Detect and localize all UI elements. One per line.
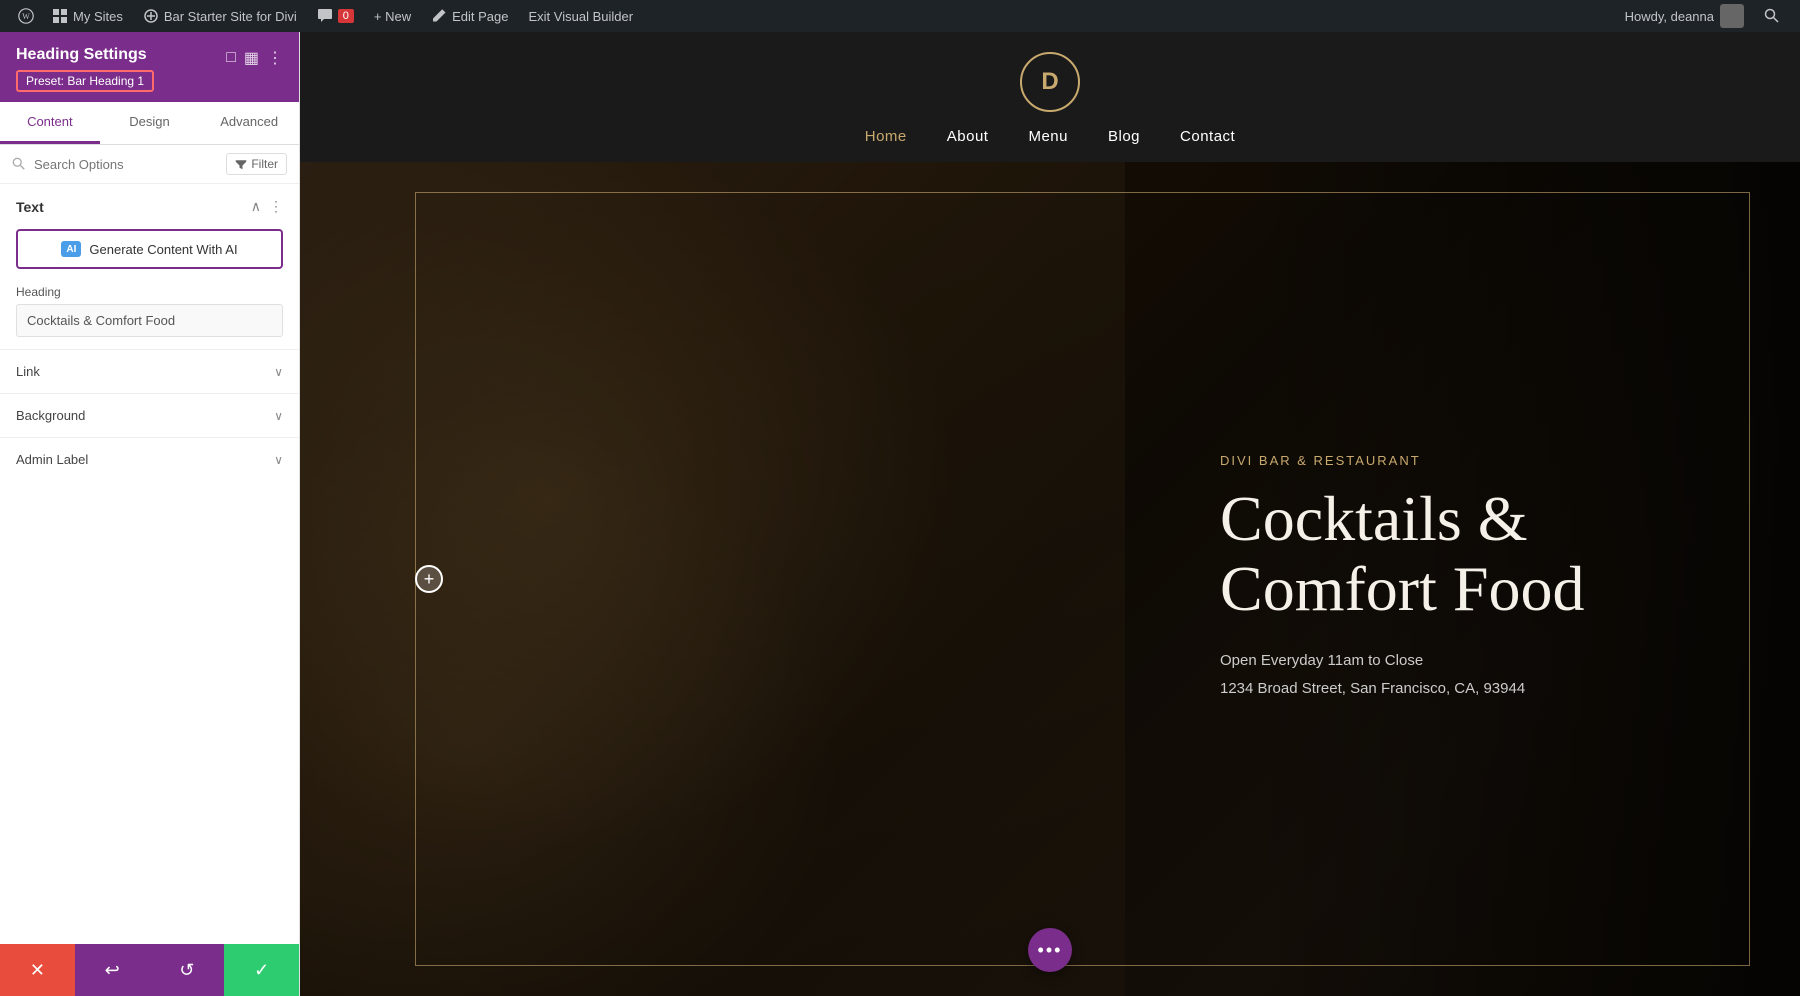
add-element-button[interactable]: +	[415, 565, 443, 593]
tab-content[interactable]: Content	[0, 102, 100, 144]
site-name-label: Bar Starter Site for Divi	[164, 9, 297, 24]
howdy-label: Howdy, deanna	[1625, 9, 1714, 24]
text-section-header[interactable]: Text ∧ ⋮	[0, 184, 299, 225]
heading-input[interactable]	[16, 304, 283, 337]
more-options-icon[interactable]: ⋮	[267, 48, 283, 68]
link-section-header[interactable]: Link ∨	[0, 350, 299, 393]
background-chevron-icon: ∨	[274, 409, 283, 423]
preset-badge[interactable]: Preset: Bar Heading 1	[16, 70, 154, 92]
tab-advanced[interactable]: Advanced	[199, 102, 299, 144]
sidebar-bottom-bar: ✕ ↩ ↺ ✓	[0, 944, 299, 996]
tab-design[interactable]: Design	[100, 102, 200, 144]
plus-icon: +	[424, 569, 435, 590]
hero-description: Open Everyday 11am to Close 1234 Broad S…	[1220, 649, 1720, 701]
save-icon: ✓	[254, 960, 269, 981]
cancel-button[interactable]: ✕	[0, 944, 75, 996]
hero-content: DIVI BAR & RESTAURANT Cocktails & Comfor…	[1220, 453, 1720, 705]
search-button[interactable]	[1754, 0, 1790, 32]
wp-admin-bar: W My Sites Bar Starter Site for Divi 0 +…	[0, 0, 1800, 32]
nav-item-about[interactable]: About	[947, 128, 989, 146]
edit-page-label: Edit Page	[452, 9, 508, 24]
sidebar-header-icons: □ ▦ ⋮	[226, 48, 283, 68]
main-layout: Heading Settings Preset: Bar Heading 1 □…	[0, 32, 1800, 996]
heading-field-group: Heading	[0, 281, 299, 349]
nav-item-blog[interactable]: Blog	[1108, 128, 1140, 146]
sidebar-tabs: Content Design Advanced	[0, 102, 299, 145]
ai-generate-button[interactable]: AI Generate Content With AI	[16, 229, 283, 269]
columns-icon[interactable]: ▦	[244, 48, 259, 68]
text-section-title: Text	[16, 199, 44, 215]
admin-label-section-title: Admin Label	[16, 452, 88, 467]
user-menu[interactable]: Howdy, deanna	[1615, 4, 1754, 28]
site-logo: D	[1020, 52, 1080, 112]
my-sites-menu[interactable]: My Sites	[42, 0, 133, 32]
sidebar-content: Text ∧ ⋮ AI Generate Content With AI Hea…	[0, 184, 299, 944]
sidebar-header-content: Heading Settings Preset: Bar Heading 1	[16, 46, 154, 92]
admin-label-chevron-icon: ∨	[274, 453, 283, 467]
redo-icon: ↺	[179, 960, 194, 981]
text-section-icons: ∧ ⋮	[251, 198, 283, 215]
text-section-more-icon[interactable]: ⋮	[269, 198, 283, 215]
hero-subtitle: DIVI BAR & RESTAURANT	[1220, 453, 1720, 468]
hero-section: + DIVI BAR & RESTAURANT Cocktails & Comf…	[300, 162, 1800, 996]
link-section: Link ∨	[0, 349, 299, 393]
admin-label-section-header[interactable]: Admin Label ∨	[0, 438, 299, 481]
site-name-link[interactable]: Bar Starter Site for Divi	[133, 0, 307, 32]
background-section-header[interactable]: Background ∨	[0, 394, 299, 437]
filter-icon	[235, 158, 247, 170]
user-avatar	[1720, 4, 1744, 28]
wp-logo[interactable]: W	[10, 0, 42, 32]
edit-page-link[interactable]: Edit Page	[421, 0, 518, 32]
link-section-title: Link	[16, 364, 40, 379]
sidebar-search-bar: Filter	[0, 145, 299, 184]
undo-icon: ↩	[105, 960, 120, 981]
site-nav: D Home About Menu Blog Contact	[300, 32, 1800, 162]
background-section-title: Background	[16, 408, 85, 423]
heading-field-label: Heading	[16, 285, 283, 299]
minimize-icon[interactable]: □	[226, 49, 236, 67]
sidebar: Heading Settings Preset: Bar Heading 1 □…	[0, 32, 300, 996]
exit-builder-label: Exit Visual Builder	[529, 9, 634, 24]
new-content-button[interactable]: + New	[364, 0, 421, 32]
fab-dots-icon: •••	[1038, 940, 1063, 961]
hero-title: Cocktails & Comfort Food	[1220, 484, 1720, 625]
comments-link[interactable]: 0	[307, 0, 364, 32]
new-label: + New	[374, 9, 411, 24]
sidebar-title: Heading Settings	[16, 46, 154, 64]
nav-item-contact[interactable]: Contact	[1180, 128, 1235, 146]
nav-item-menu[interactable]: Menu	[1028, 128, 1068, 146]
admin-label-section: Admin Label ∨	[0, 437, 299, 481]
filter-button[interactable]: Filter	[226, 153, 287, 175]
undo-button[interactable]: ↩	[75, 944, 150, 996]
cancel-icon: ✕	[30, 960, 45, 981]
filter-label: Filter	[251, 157, 278, 171]
hero-address: 1234 Broad Street, San Francisco, CA, 93…	[1220, 677, 1720, 701]
background-section: Background ∨	[0, 393, 299, 437]
nav-item-home[interactable]: Home	[865, 128, 907, 146]
logo-text: D	[1041, 68, 1058, 96]
exit-builder-button[interactable]: Exit Visual Builder	[519, 0, 644, 32]
sidebar-header: Heading Settings Preset: Bar Heading 1 □…	[0, 32, 299, 102]
hero-hours: Open Everyday 11am to Close	[1220, 649, 1720, 673]
search-input[interactable]	[34, 157, 218, 172]
collapse-text-icon[interactable]: ∧	[251, 198, 261, 215]
svg-text:W: W	[22, 12, 30, 21]
redo-button[interactable]: ↺	[150, 944, 225, 996]
my-sites-label: My Sites	[73, 9, 123, 24]
comment-count: 0	[338, 9, 354, 23]
preview-area: D Home About Menu Blog Contact + DIVI BA…	[300, 32, 1800, 996]
nav-links: Home About Menu Blog Contact	[865, 128, 1235, 146]
search-icon	[12, 157, 26, 171]
ai-icon: AI	[61, 241, 81, 257]
floating-action-button[interactable]: •••	[1028, 928, 1072, 972]
ai-button-label: Generate Content With AI	[89, 242, 237, 257]
link-chevron-icon: ∨	[274, 365, 283, 379]
save-button[interactable]: ✓	[224, 944, 299, 996]
